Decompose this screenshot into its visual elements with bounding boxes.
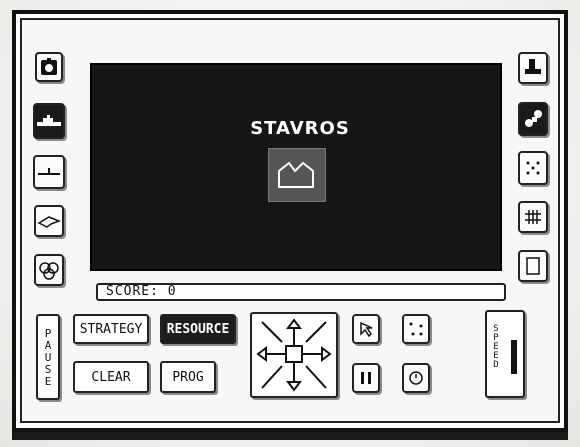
- score-display: SCORE: 0: [96, 283, 506, 301]
- ship-tile[interactable]: [33, 103, 65, 139]
- scatter-tile[interactable]: [402, 314, 430, 344]
- group-tile[interactable]: [34, 254, 64, 286]
- document-icon: [526, 257, 540, 275]
- blocks-icon: [525, 110, 542, 127]
- speed-label: SPEED: [491, 324, 501, 369]
- bomb-tile[interactable]: [35, 52, 63, 82]
- boot-tile[interactable]: [518, 52, 548, 84]
- aircraft-icon: [37, 216, 61, 228]
- grid-tile[interactable]: [518, 201, 548, 233]
- resource-button[interactable]: RESOURCE: [160, 314, 236, 344]
- prog-button[interactable]: PROG: [160, 361, 216, 393]
- submarine-icon: [38, 168, 60, 175]
- strategy-button[interactable]: STRATEGY: [73, 314, 149, 344]
- group-icon: [39, 262, 59, 280]
- prog-label: PROG: [172, 369, 204, 385]
- dpad-arrows-icon: [256, 318, 332, 392]
- bottom-band: [12, 432, 568, 440]
- scatter-icon: [409, 322, 423, 336]
- clear-button[interactable]: CLEAR: [73, 361, 149, 393]
- boot-icon: [525, 59, 541, 74]
- resource-label: RESOURCE: [166, 321, 230, 337]
- pause-button[interactable]: PAUSE: [36, 314, 60, 400]
- ship-icon: [37, 115, 61, 126]
- blocks-tile[interactable]: [518, 102, 548, 136]
- aircraft-tile[interactable]: [34, 205, 64, 237]
- clear-label: CLEAR: [91, 369, 131, 385]
- speed-level-bar: [511, 340, 517, 374]
- speed-control[interactable]: SPEED: [485, 310, 525, 398]
- bars-icon: [361, 372, 371, 384]
- clock-tile[interactable]: [402, 363, 430, 393]
- pointer-tile[interactable]: [352, 314, 380, 344]
- grid-icon: [525, 210, 541, 224]
- game-title: STAVROS: [250, 118, 350, 139]
- pause-label: PAUSE: [41, 327, 55, 387]
- document-tile[interactable]: [518, 250, 548, 282]
- cursor-icon: [360, 321, 373, 338]
- strategy-label: STRATEGY: [79, 321, 143, 337]
- submarine-tile[interactable]: [33, 155, 65, 189]
- factory-icon: [278, 161, 314, 188]
- bomb-icon: [41, 58, 57, 75]
- direction-pad[interactable]: [250, 312, 338, 398]
- clock-icon: [409, 371, 423, 385]
- pause-bars-tile[interactable]: [352, 363, 380, 393]
- factory-logo: [268, 148, 326, 202]
- game-screen: STAVROS SCORE: 0 PAUSE STRATEGY RESOURCE…: [0, 0, 580, 447]
- score-label: SCORE: 0: [106, 284, 177, 299]
- dice-tile[interactable]: [518, 151, 548, 185]
- dice-icon: [526, 161, 540, 175]
